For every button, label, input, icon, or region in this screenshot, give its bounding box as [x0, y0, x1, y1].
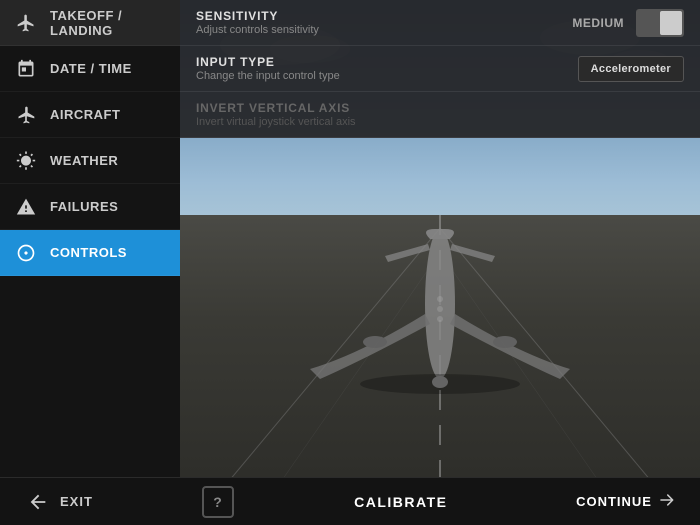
aircraft-icon	[14, 103, 38, 127]
input-type-info: INPUT TYPE Change the input control type	[196, 55, 578, 82]
main-area: TAKEOFF / LANDING DATE / TIME AIRCRAFT	[0, 0, 700, 477]
exit-icon	[24, 488, 52, 516]
exit-label: EXIT	[60, 494, 93, 509]
content-panel: SENSITIVITY Adjust controls sensitivity …	[180, 0, 700, 477]
plane-icon	[14, 11, 38, 35]
sidebar-item-aircraft[interactable]: AIRCRAFT	[0, 92, 180, 138]
help-label: ?	[213, 494, 222, 510]
help-button[interactable]: ?	[202, 486, 234, 518]
sidebar-label-takeoff-landing: TAKEOFF / LANDING	[50, 8, 166, 38]
continue-button[interactable]: CONTINUE	[568, 487, 684, 516]
exit-button[interactable]: EXIT	[16, 484, 101, 520]
accelerometer-button[interactable]: Accelerometer	[578, 56, 684, 82]
slider-thumb	[660, 11, 682, 35]
bottom-bar: EXIT ? CALIBRATE CONTINUE	[0, 477, 700, 525]
sidebar-item-failures[interactable]: FAILURES	[0, 184, 180, 230]
sensitivity-title: SENSITIVITY	[196, 9, 572, 23]
sidebar-label-aircraft: AIRCRAFT	[50, 107, 120, 122]
calibrate-label: CALIBRATE	[354, 494, 447, 510]
sidebar: TAKEOFF / LANDING DATE / TIME AIRCRAFT	[0, 0, 180, 477]
calendar-icon	[14, 57, 38, 81]
sensitivity-info: SENSITIVITY Adjust controls sensitivity	[196, 9, 572, 36]
input-type-desc: Change the input control type	[196, 70, 578, 82]
sidebar-item-weather[interactable]: WEATHER	[0, 138, 180, 184]
settings-overlay: SENSITIVITY Adjust controls sensitivity …	[180, 0, 700, 138]
sensitivity-value: MEDIUM	[572, 16, 624, 30]
warning-icon	[14, 195, 38, 219]
sensitivity-desc: Adjust controls sensitivity	[196, 24, 572, 36]
sensitivity-slider[interactable]	[636, 9, 684, 37]
weather-icon	[14, 149, 38, 173]
sidebar-label-date-time: DATE / TIME	[50, 61, 132, 76]
airplane	[300, 224, 580, 429]
invert-vertical-row: INVERT VERTICAL AXIS Invert virtual joys…	[180, 92, 700, 138]
sidebar-item-controls[interactable]: CONTROLS	[0, 230, 180, 276]
sensitivity-row: SENSITIVITY Adjust controls sensitivity …	[180, 0, 700, 46]
calibrate-button[interactable]: CALIBRATE	[334, 490, 467, 514]
sidebar-label-controls: CONTROLS	[50, 245, 127, 260]
continue-arrow-icon	[658, 491, 676, 512]
input-type-title: INPUT TYPE	[196, 55, 578, 69]
input-type-row: INPUT TYPE Change the input control type…	[180, 46, 700, 92]
sidebar-item-takeoff-landing[interactable]: TAKEOFF / LANDING	[0, 0, 180, 46]
sidebar-label-weather: WEATHER	[50, 153, 118, 168]
invert-vertical-info: INVERT VERTICAL AXIS Invert virtual joys…	[196, 101, 684, 128]
controls-icon	[14, 241, 38, 265]
continue-label: CONTINUE	[576, 494, 652, 509]
invert-vertical-desc: Invert virtual joystick vertical axis	[196, 116, 684, 128]
sidebar-label-failures: FAILURES	[50, 199, 118, 214]
invert-vertical-title: INVERT VERTICAL AXIS	[196, 101, 684, 115]
sidebar-item-date-time[interactable]: DATE / TIME	[0, 46, 180, 92]
